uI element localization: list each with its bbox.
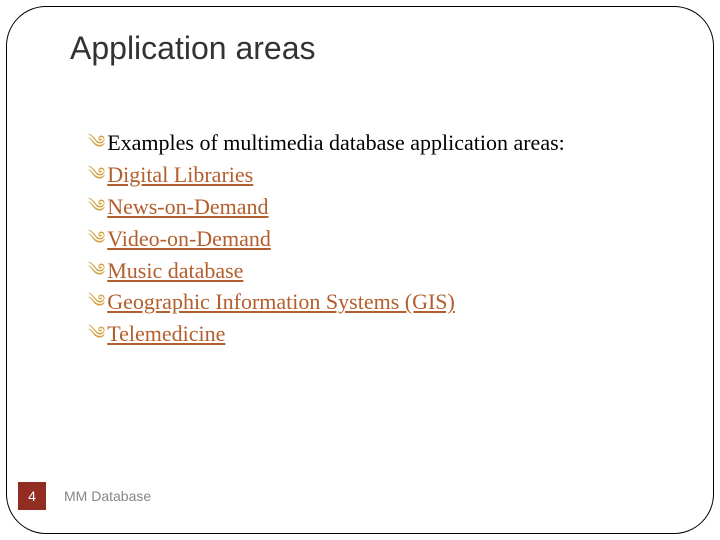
bullet-item: ༄ Music database	[88, 255, 690, 287]
bullet-item: ༄ Examples of multimedia database applic…	[88, 127, 690, 159]
swirl-icon: ༄	[88, 255, 105, 286]
bullet-link[interactable]: Music database	[107, 255, 243, 287]
swirl-icon: ༄	[88, 127, 105, 158]
bullet-item: ༄ Digital Libraries	[88, 159, 690, 191]
bullet-text: Examples of multimedia database applicat…	[107, 127, 565, 159]
bullet-item: ༄ Telemedicine	[88, 318, 690, 350]
swirl-icon: ༄	[88, 318, 105, 349]
slide-content: Application areas ༄ Examples of multimed…	[0, 0, 720, 540]
bullet-link[interactable]: News-on-Demand	[107, 191, 268, 223]
bullet-list: ༄ Examples of multimedia database applic…	[88, 127, 690, 350]
bullet-item: ༄ Geographic Information Systems (GIS)	[88, 286, 690, 318]
slide-title: Application areas	[70, 30, 720, 67]
swirl-icon: ༄	[88, 223, 105, 254]
bullet-item: ༄ Video-on-Demand	[88, 223, 690, 255]
bullet-link[interactable]: Digital Libraries	[107, 159, 253, 191]
swirl-icon: ༄	[88, 286, 105, 317]
bullet-link[interactable]: Geographic Information Systems (GIS)	[107, 286, 455, 318]
swirl-icon: ༄	[88, 159, 105, 190]
bullet-link[interactable]: Telemedicine	[107, 318, 225, 350]
swirl-icon: ༄	[88, 191, 105, 222]
footer: 4 MM Database	[0, 482, 151, 510]
footer-label: MM Database	[64, 488, 151, 504]
bullet-link[interactable]: Video-on-Demand	[107, 223, 271, 255]
page-number: 4	[18, 482, 46, 510]
bullet-item: ༄ News-on-Demand	[88, 191, 690, 223]
